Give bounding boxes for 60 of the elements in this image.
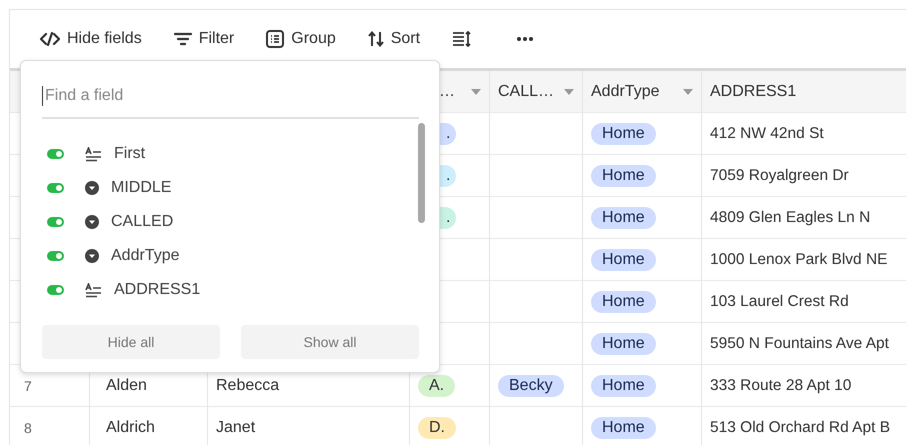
table-cell: 4809 Glen Eagles Ln N xyxy=(710,208,870,226)
addr-type-tag: Home xyxy=(591,206,656,228)
addr-type-tag: Home xyxy=(591,374,656,396)
addr-type-tag: Home xyxy=(591,416,656,438)
field-name[interactable]: ADDRESS1 xyxy=(114,281,200,299)
column-header: ADDRESS1 xyxy=(710,82,796,100)
initial-tag: A. xyxy=(418,374,456,396)
addr-type-tag: Home xyxy=(591,332,656,354)
toolbar-button[interactable]: Group xyxy=(256,24,346,54)
nickname-tag: Becky xyxy=(498,374,564,396)
addr-type-tag: Home xyxy=(591,164,656,186)
text-lines-icon xyxy=(85,146,102,162)
initial-tag: D. xyxy=(418,416,456,438)
field-name[interactable]: CALLED xyxy=(111,213,174,231)
panel-button[interactable]: Hide all xyxy=(42,325,220,359)
toggle-switch[interactable] xyxy=(47,285,64,295)
list-box-icon xyxy=(266,30,284,48)
caret-icon[interactable] xyxy=(683,88,693,94)
table-cell: 513 Old Orchard Rd Apt B xyxy=(710,418,890,436)
column-header: AddrType xyxy=(591,82,660,100)
dropdown-circle-icon xyxy=(85,249,99,263)
column-header: … xyxy=(439,82,455,100)
row-height-icon xyxy=(452,31,472,47)
row-number: 8 xyxy=(24,420,32,436)
addr-type-tag: Home xyxy=(591,290,656,312)
toolbar-button[interactable]: Sort xyxy=(358,24,430,54)
table-cell: 5950 N Fountains Ave Apt xyxy=(710,334,889,352)
toggle-switch[interactable] xyxy=(47,251,64,261)
column-header: CALL… xyxy=(498,82,554,100)
table-cell: 103 Laurel Crest Rd xyxy=(710,292,849,310)
text-lines-icon xyxy=(85,282,102,298)
table-cell: 7059 Royalgreen Dr xyxy=(710,166,849,184)
toolbar-button[interactable]: Hide fields xyxy=(30,24,152,54)
table-cell: 412 NW 42nd St xyxy=(710,124,824,142)
toolbar-button[interactable]: Filter xyxy=(164,24,244,54)
table-cell: Janet xyxy=(216,418,256,436)
toggle-switch[interactable] xyxy=(47,149,64,159)
dropdown-circle-icon xyxy=(85,181,99,195)
toggle-switch[interactable] xyxy=(47,183,64,193)
addr-type-tag: Home xyxy=(591,248,656,270)
table-cell: 1000 Lenox Park Blvd NE xyxy=(710,250,888,268)
table-cell: Aldrich xyxy=(106,418,155,436)
dropdown-circle-icon xyxy=(85,215,99,229)
field-name[interactable]: MIDDLE xyxy=(111,179,172,197)
field-name[interactable]: AddrType xyxy=(111,247,180,265)
table-cell: Alden xyxy=(106,376,147,394)
table-cell: 333 Route 28 Apt 10 xyxy=(710,376,852,394)
caret-icon[interactable] xyxy=(471,88,481,94)
table-cell: Rebecca xyxy=(216,376,280,394)
toggle-switch[interactable] xyxy=(47,217,64,227)
row-number: 7 xyxy=(24,378,32,394)
addr-type-tag: Home xyxy=(591,122,656,144)
scrollbar[interactable] xyxy=(418,123,425,223)
caret-icon[interactable] xyxy=(564,88,574,94)
more-icon xyxy=(516,36,534,42)
field-name[interactable]: First xyxy=(114,145,146,163)
panel-button[interactable]: Show all xyxy=(241,325,419,359)
code-slash-icon xyxy=(40,31,60,47)
filter-icon xyxy=(174,32,192,46)
sort-icon xyxy=(368,31,384,47)
